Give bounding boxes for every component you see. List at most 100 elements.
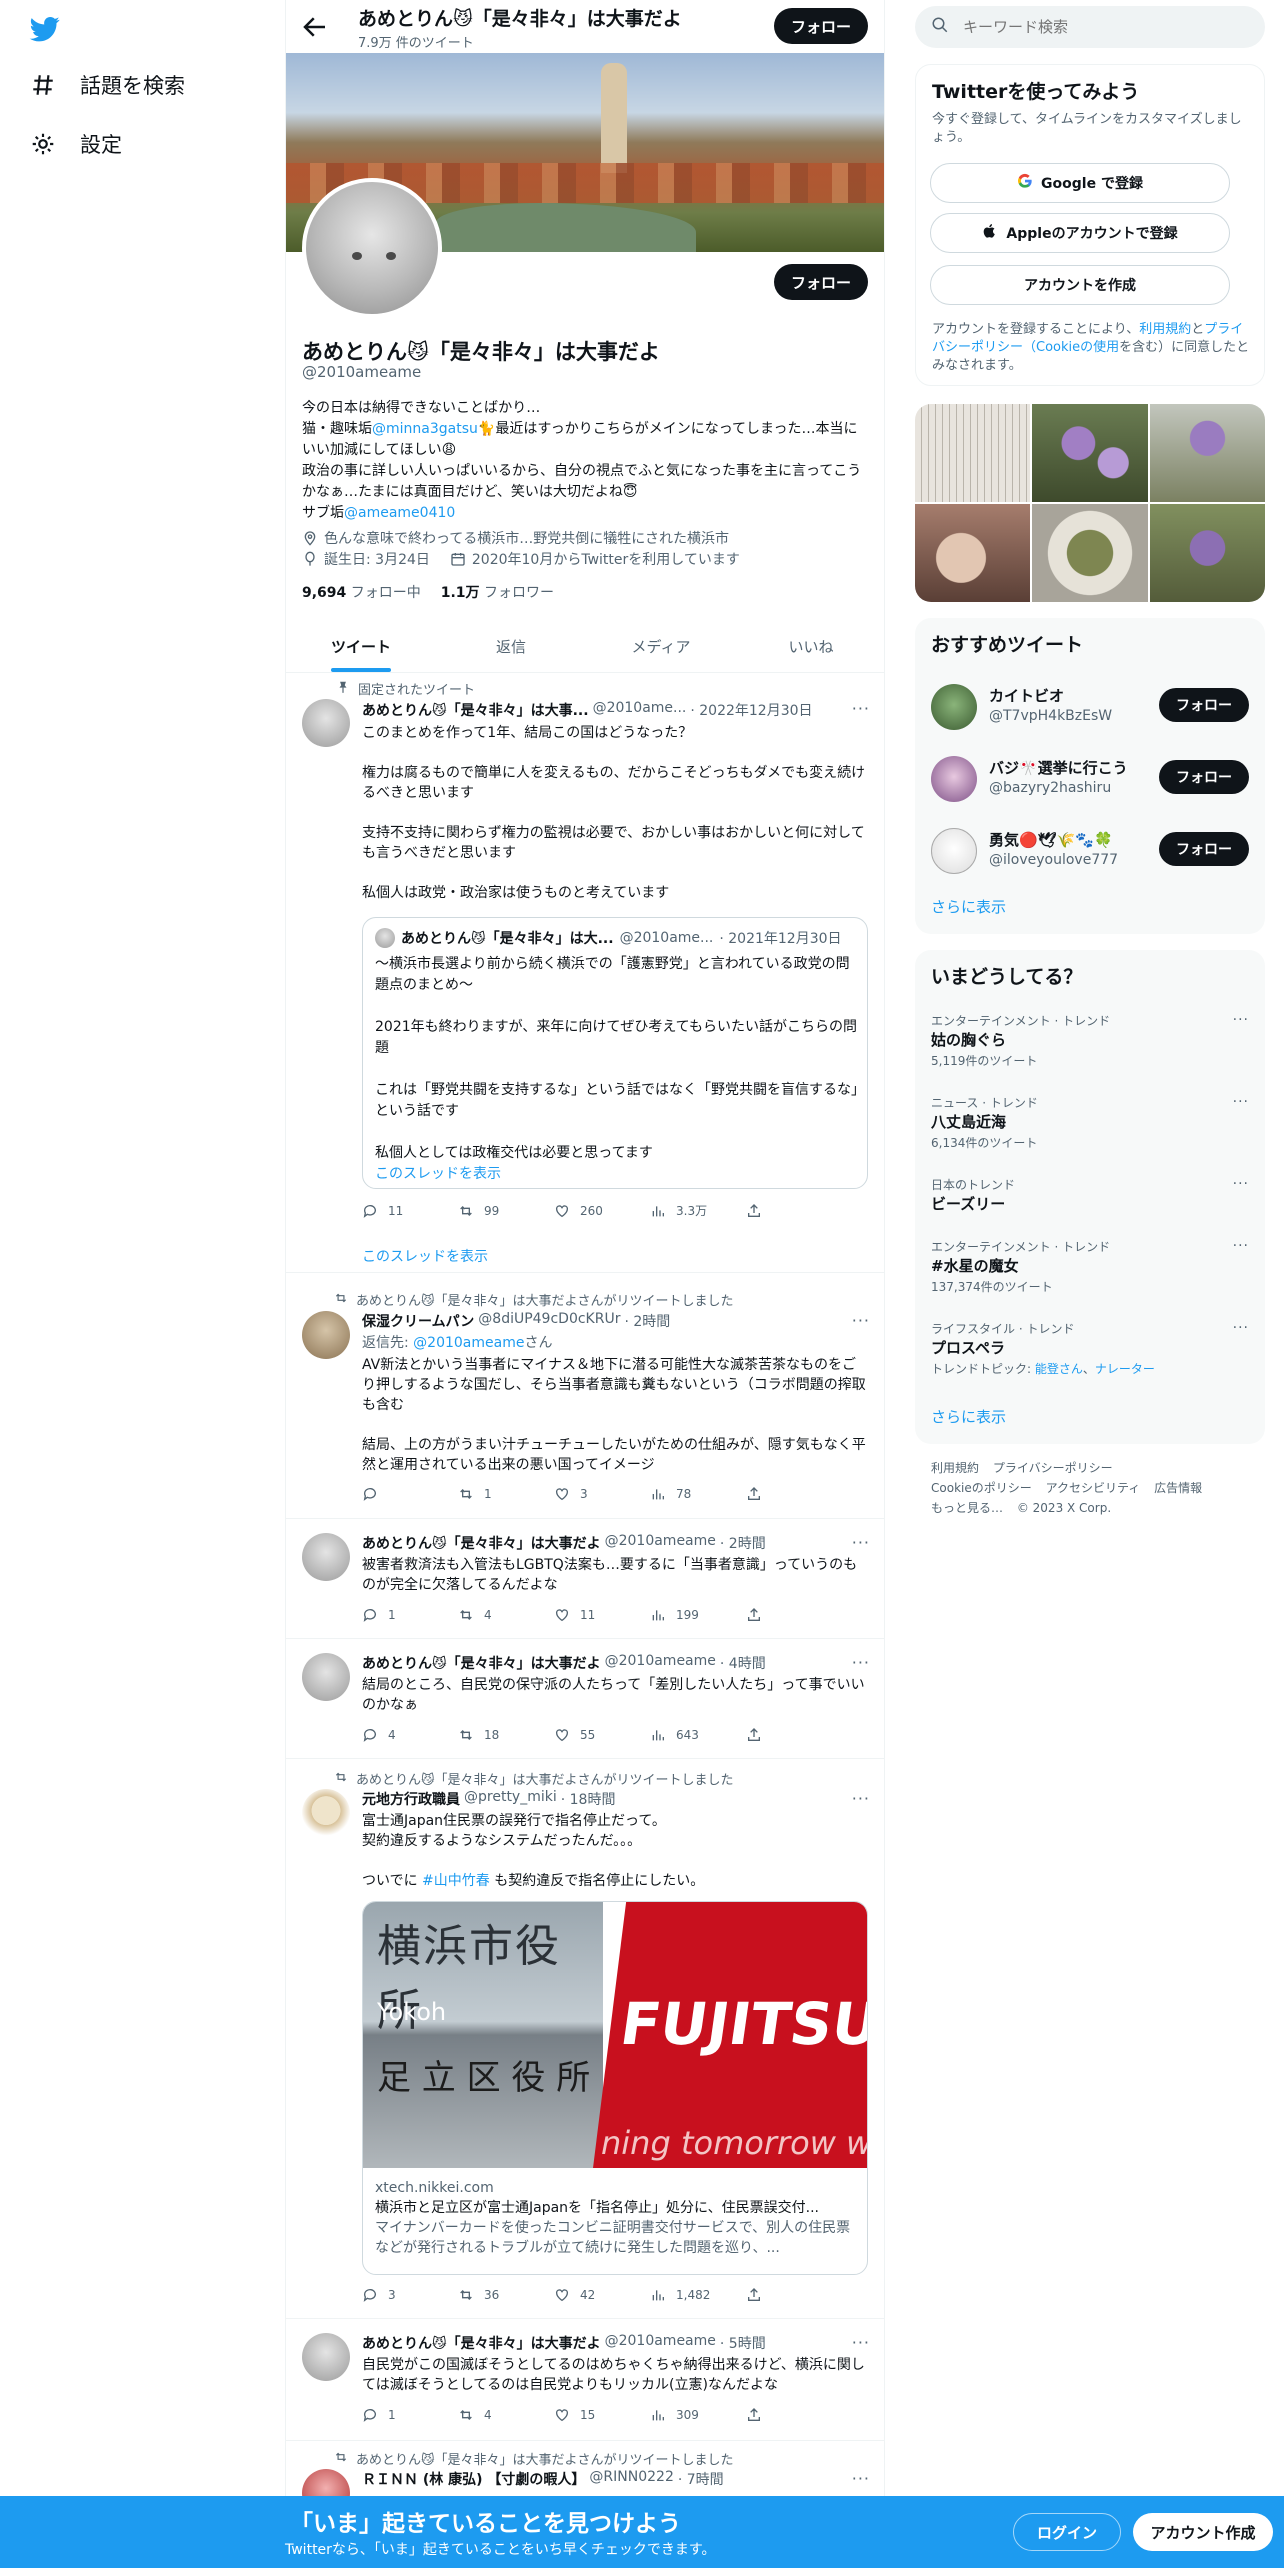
retweet-button[interactable]: 4 [458,2407,554,2423]
media-thumbnail[interactable] [1149,404,1265,502]
reply-button[interactable]: 1 [362,2407,458,2423]
footer-ads[interactable]: 広告情報 [1154,1481,1202,1495]
media-thumbnail[interactable] [1032,504,1148,602]
reply-to-link[interactable]: @2010ameame [413,1335,524,1351]
media-thumbnail[interactable] [915,404,1031,502]
views-button[interactable]: 78 [650,1486,746,1502]
footer-cookie[interactable]: Cookieのポリシー [931,1481,1032,1495]
show-thread-link[interactable]: このスレッドを表示 [362,1246,488,1266]
reply-button[interactable]: 4 [362,1727,458,1743]
profile-follow-button[interactable]: フォロー [774,264,868,300]
recommended-account[interactable]: カイトビオ @T7vpH4kBzEsW フォロー [915,670,1265,742]
like-button[interactable]: 3 [554,1486,650,1502]
tab-media[interactable]: メディア [586,620,736,672]
share-button[interactable] [746,1607,776,1623]
terms-link[interactable]: 利用規約 [1139,322,1191,337]
quote-tweet[interactable]: あめとりん😼「是々非々」は大... @2010ame... · 2021年12月… [362,917,868,1189]
google-signup-button[interactable]: Google で登録 [930,163,1230,203]
retweet-button[interactable]: 1 [458,1486,554,1502]
media-thumbnail[interactable] [915,504,1031,602]
share-button[interactable] [746,1202,776,1219]
avatar[interactable] [302,699,350,747]
more-options-icon[interactable]: ··· [852,1533,870,1552]
more-options-icon[interactable]: ··· [852,699,870,718]
more-options-icon[interactable]: ··· [852,1311,870,1330]
trend-item[interactable]: ライフスタイル · トレンド プロスペラ トレンドトピック: 能登さん、ナレータ… [915,1320,1265,1400]
media-thumbnail[interactable] [1149,504,1265,602]
more-options-icon[interactable]: ··· [852,1653,870,1672]
tweet[interactable]: あめとりん😼「是々非々」は大事だよ @2010ameame · 2時間 ··· … [286,1519,884,1639]
tweet-retweeted[interactable]: あめとりん😼「是々非々」は大事だよさんがリツイートしました 保湿クリームパン @… [286,1273,884,1519]
footer-accessibility[interactable]: アクセシビリティ [1046,1481,1141,1495]
bio-link-ameame0410[interactable]: @ameame0410 [344,505,455,521]
trend-topic-link[interactable]: 能登さん [1035,1362,1083,1376]
follow-button[interactable]: フォロー [1159,760,1249,794]
like-button[interactable]: 11 [554,1607,650,1623]
tweet[interactable]: あめとりん😼「是々非々」は大事だよ @2010ameame · 5時間 ··· … [286,2319,884,2441]
tweet-pinned[interactable]: 固定されたツイート あめとりん😼「是々非々」は大事... @2010ame...… [286,673,884,1273]
more-options-icon[interactable]: ··· [852,1789,870,1808]
following-link[interactable]: 9,694 フォロー中 [302,582,421,602]
followers-link[interactable]: 1.1万 フォロワー [441,582,554,602]
retweet-button[interactable]: 99 [458,1202,554,1219]
trend-item[interactable]: エンターテインメント · トレンド #水星の魔女 137,374件のツイート ·… [915,1238,1265,1318]
tweet[interactable]: あめとりん😼「是々非々」は大事だよ @2010ameame · 4時間 ··· … [286,1639,884,1759]
trend-topic-link[interactable]: ナレーター [1095,1362,1155,1376]
recommended-account[interactable]: バジ🎌選挙に行こう @bazyry2hashiru フォロー [915,742,1265,814]
reply-button[interactable] [362,1486,458,1502]
views-button[interactable]: 643 [650,1727,746,1743]
create-account-button[interactable]: アカウントを作成 [930,265,1230,305]
like-button[interactable]: 42 [554,2287,650,2303]
recommended-account[interactable]: 勇気🔴🕊🌾🐾🍀 @iloveyoulove777 フォロー [915,814,1265,886]
share-button[interactable] [746,2287,776,2303]
trend-item[interactable]: ニュース · トレンド 八丈島近海 6,134件のツイート ··· [915,1094,1265,1174]
more-options-icon[interactable]: ··· [1233,1012,1249,1028]
more-options-icon[interactable]: ··· [1233,1176,1249,1192]
more-options-icon[interactable]: ··· [1233,1320,1249,1336]
more-options-icon[interactable]: ··· [1233,1094,1249,1110]
signup-button[interactable]: アカウント作成 [1133,2513,1273,2551]
more-options-icon[interactable]: ··· [852,2333,870,2352]
reply-button[interactable]: 3 [362,2287,458,2303]
avatar[interactable] [302,2333,350,2381]
hashtag-link[interactable]: #山中竹春 [422,1873,490,1889]
like-button[interactable]: 260 [554,1202,650,1219]
reply-button[interactable]: 1 [362,1607,458,1623]
cookie-link[interactable]: （Cookieの使用 [1023,340,1119,355]
tab-tweets[interactable]: ツイート [286,620,436,672]
header-follow-button[interactable]: フォロー [774,8,868,44]
avatar[interactable] [302,1789,350,1837]
share-button[interactable] [746,1486,776,1502]
link-card[interactable]: 横浜市役所 Yokoh 足 立 区 役 所 FUJITSU ning tomor… [362,1901,868,2275]
media-thumbnail[interactable] [1032,404,1148,502]
reply-button[interactable]: 11 [362,1202,458,1219]
footer-more[interactable]: もっと見る… [931,1501,1003,1515]
trend-item[interactable]: エンターテインメント · トレンド 姑の胸ぐら 5,119件のツイート ··· [915,1012,1265,1092]
profile-avatar[interactable] [302,178,442,318]
quote-show-thread-link[interactable]: このスレッドを表示 [375,1164,859,1185]
bio-link-minna3gatsu[interactable]: @minna3gatsu [372,421,478,437]
retweet-button[interactable]: 4 [458,1607,554,1623]
nav-explore[interactable]: 話題を検索 [28,70,185,100]
tab-replies[interactable]: 返信 [436,620,586,672]
footer-privacy[interactable]: プライバシーポリシー [993,1461,1113,1475]
follow-button[interactable]: フォロー [1159,688,1249,722]
tweet-retweeted[interactable]: あめとりん😼「是々非々」は大事だよさんがリツイートしました 元地方行政職員 @p… [286,1759,884,2319]
share-button[interactable] [746,1727,776,1743]
footer-terms[interactable]: 利用規約 [931,1461,979,1475]
login-button[interactable]: ログイン [1013,2513,1121,2551]
views-button[interactable]: 3.3万 [650,1202,746,1219]
retweet-button[interactable]: 36 [458,2287,554,2303]
tab-likes[interactable]: いいね [736,620,884,672]
views-button[interactable]: 309 [650,2407,746,2423]
avatar[interactable] [302,1311,350,1359]
twitter-logo-icon[interactable] [28,14,62,44]
nav-settings[interactable]: 設定 [28,129,122,159]
share-button[interactable] [746,2407,776,2423]
apple-signup-button[interactable]: Appleのアカウントで登録 [930,213,1230,253]
search-input[interactable] [963,18,1223,36]
avatar[interactable] [302,1653,350,1701]
more-options-icon[interactable]: ··· [1233,1238,1249,1254]
follow-button[interactable]: フォロー [1159,832,1249,866]
retweet-button[interactable]: 18 [458,1727,554,1743]
